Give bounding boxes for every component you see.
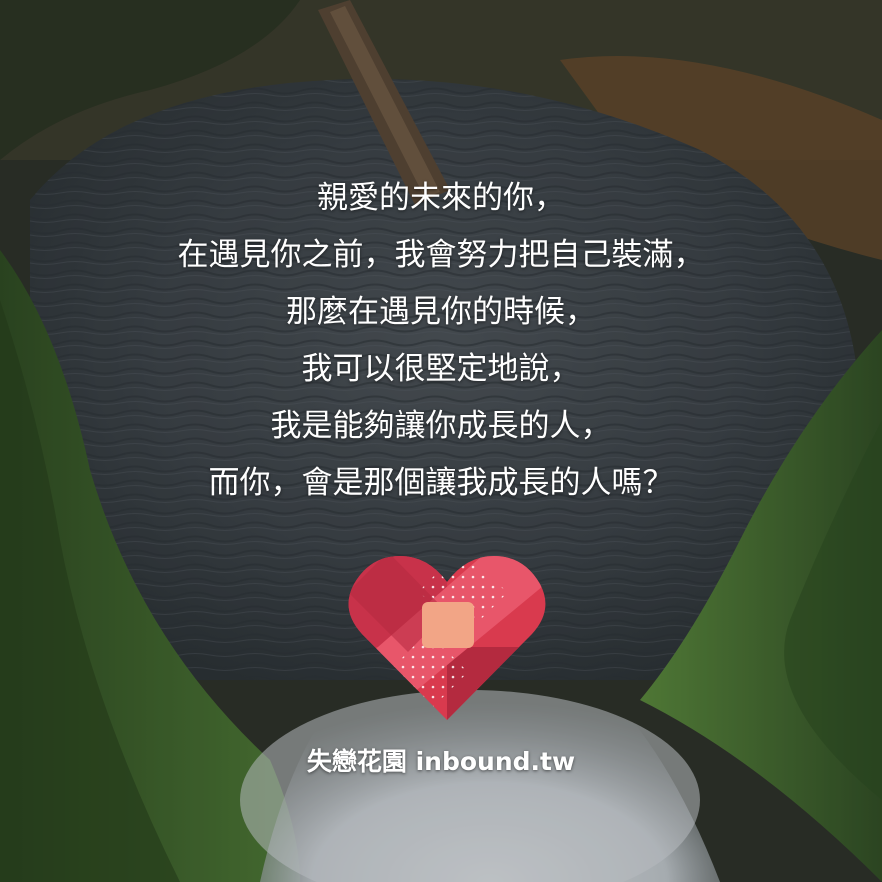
quote-line: 而你，會是那個讓我成長的人嗎？ xyxy=(208,465,674,501)
quote-line: 親愛的未來的你， xyxy=(317,180,565,216)
quote-line: 那麼在遇見你的時候， xyxy=(286,294,596,330)
quote-line: 我可以很堅定地說， xyxy=(301,351,581,387)
quote-text: 親愛的未來的你， 在遇見你之前，我會努力把自己裝滿， 那麼在遇見你的時候， 我可… xyxy=(0,170,882,512)
brand-caption: 失戀花園 inbound.tw xyxy=(306,747,576,776)
quote-line: 我是能夠讓你成長的人， xyxy=(270,408,612,444)
bandaged-heart-icon xyxy=(348,556,546,720)
quote-image: 親愛的未來的你， 在遇見你之前，我會努力把自己裝滿， 那麼在遇見你的時候， 我可… xyxy=(0,0,882,882)
quote-line: 在遇見你之前，我會努力把自己裝滿， xyxy=(177,237,705,273)
